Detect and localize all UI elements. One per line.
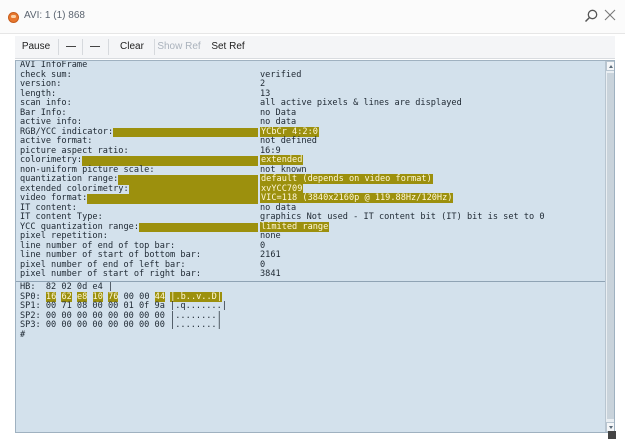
toolbar-divider [108, 39, 109, 55]
toolbar: Pause — — Clear Show Ref Set Ref [15, 36, 615, 59]
resize-grip-icon[interactable] [608, 431, 616, 439]
hex-byte: 62 [61, 291, 72, 302]
field-value-text: 16:9 [260, 145, 281, 156]
field-value-text: 3841 [260, 269, 281, 279]
vertical-scrollbar[interactable] [605, 61, 614, 432]
hex-byte: 44 [154, 291, 166, 302]
field-value-text: xvYCC709 [260, 183, 304, 194]
scroll-up-arrow-icon[interactable] [606, 61, 614, 71]
field-value-text: all active pixels & lines are displayed [260, 98, 462, 108]
close-icon[interactable] [604, 9, 616, 21]
field-key: pixel number of start of right bar: [20, 269, 202, 279]
field-value-text: not known [260, 164, 307, 175]
scrollbar-thumb[interactable] [607, 73, 614, 419]
field-value-text: 13 [260, 88, 271, 99]
show-ref-button[interactable]: Show Ref [155, 36, 203, 58]
field-value-text: 0 [260, 240, 266, 251]
field-value-text: YCbCr 4:2:0 [260, 126, 319, 137]
sp0-label: SP0: [20, 291, 41, 302]
field-value: verified [260, 69, 302, 81]
field-value: 3841 [260, 269, 281, 280]
hex-byte: 00 [123, 291, 134, 302]
field-value-text: verified [260, 69, 302, 80]
set-ref-button[interactable]: Set Ref [207, 36, 249, 58]
field-value-text: 2 [260, 79, 266, 89]
key-highlight [113, 127, 258, 137]
field-value-text: 0 [260, 259, 266, 270]
hex-byte: 10 [92, 291, 103, 302]
field-value-text: limited range [260, 221, 330, 232]
minus-button-2[interactable]: — [85, 36, 105, 58]
key-highlight [87, 194, 258, 204]
toolbar-divider [82, 39, 83, 55]
field-value-text: default (depends on video format) [260, 174, 433, 184]
field-value-text: no data [260, 117, 297, 127]
console-output[interactable]: AVI InfoFrame check sum: verified version:… [15, 60, 615, 433]
pause-button[interactable]: Pause [15, 36, 57, 58]
clear-button[interactable]: Clear [111, 36, 153, 58]
sp0-ascii: |.b..v..D| [170, 291, 223, 302]
field-value-text: VIC=118 (3840x2160p @ 119.88Hz/120Hz) [260, 193, 454, 203]
field-value-text: extended [260, 155, 304, 165]
window-title: AVI: 1 (1) 868 [24, 10, 85, 21]
hex-byte: 00 [139, 291, 150, 302]
app-icon [8, 12, 19, 23]
hex-byte: e8 [76, 291, 88, 302]
field-value-text: not defined [260, 136, 317, 146]
field-value-text: graphics Not used - IT content bit (IT) … [260, 212, 545, 222]
hex-row-sp3: SP3: 00 00 00 00 00 00 00 00 |........| [20, 320, 222, 330]
field-value-text: none [260, 231, 281, 241]
field-value-text: no data [260, 202, 297, 213]
key-highlight [118, 175, 258, 185]
toolbar-divider [58, 39, 59, 55]
key-highlight [129, 184, 258, 194]
minus-button[interactable]: — [61, 36, 81, 58]
hex-byte: 16 [45, 291, 57, 302]
hex-byte: 76 [108, 291, 119, 302]
search-icon[interactable] [583, 8, 599, 24]
title-bar: AVI: 1 (1) 868 [0, 0, 625, 34]
console-prompt: # [20, 329, 26, 340]
hex-dump: HB: 82 02 0d e4 | SP0: 16 62 e8 10 76 00… [20, 282, 227, 340]
field-value-text: no Data [260, 107, 297, 118]
key-highlight [139, 222, 258, 232]
field-value-text: 2161 [260, 250, 281, 260]
